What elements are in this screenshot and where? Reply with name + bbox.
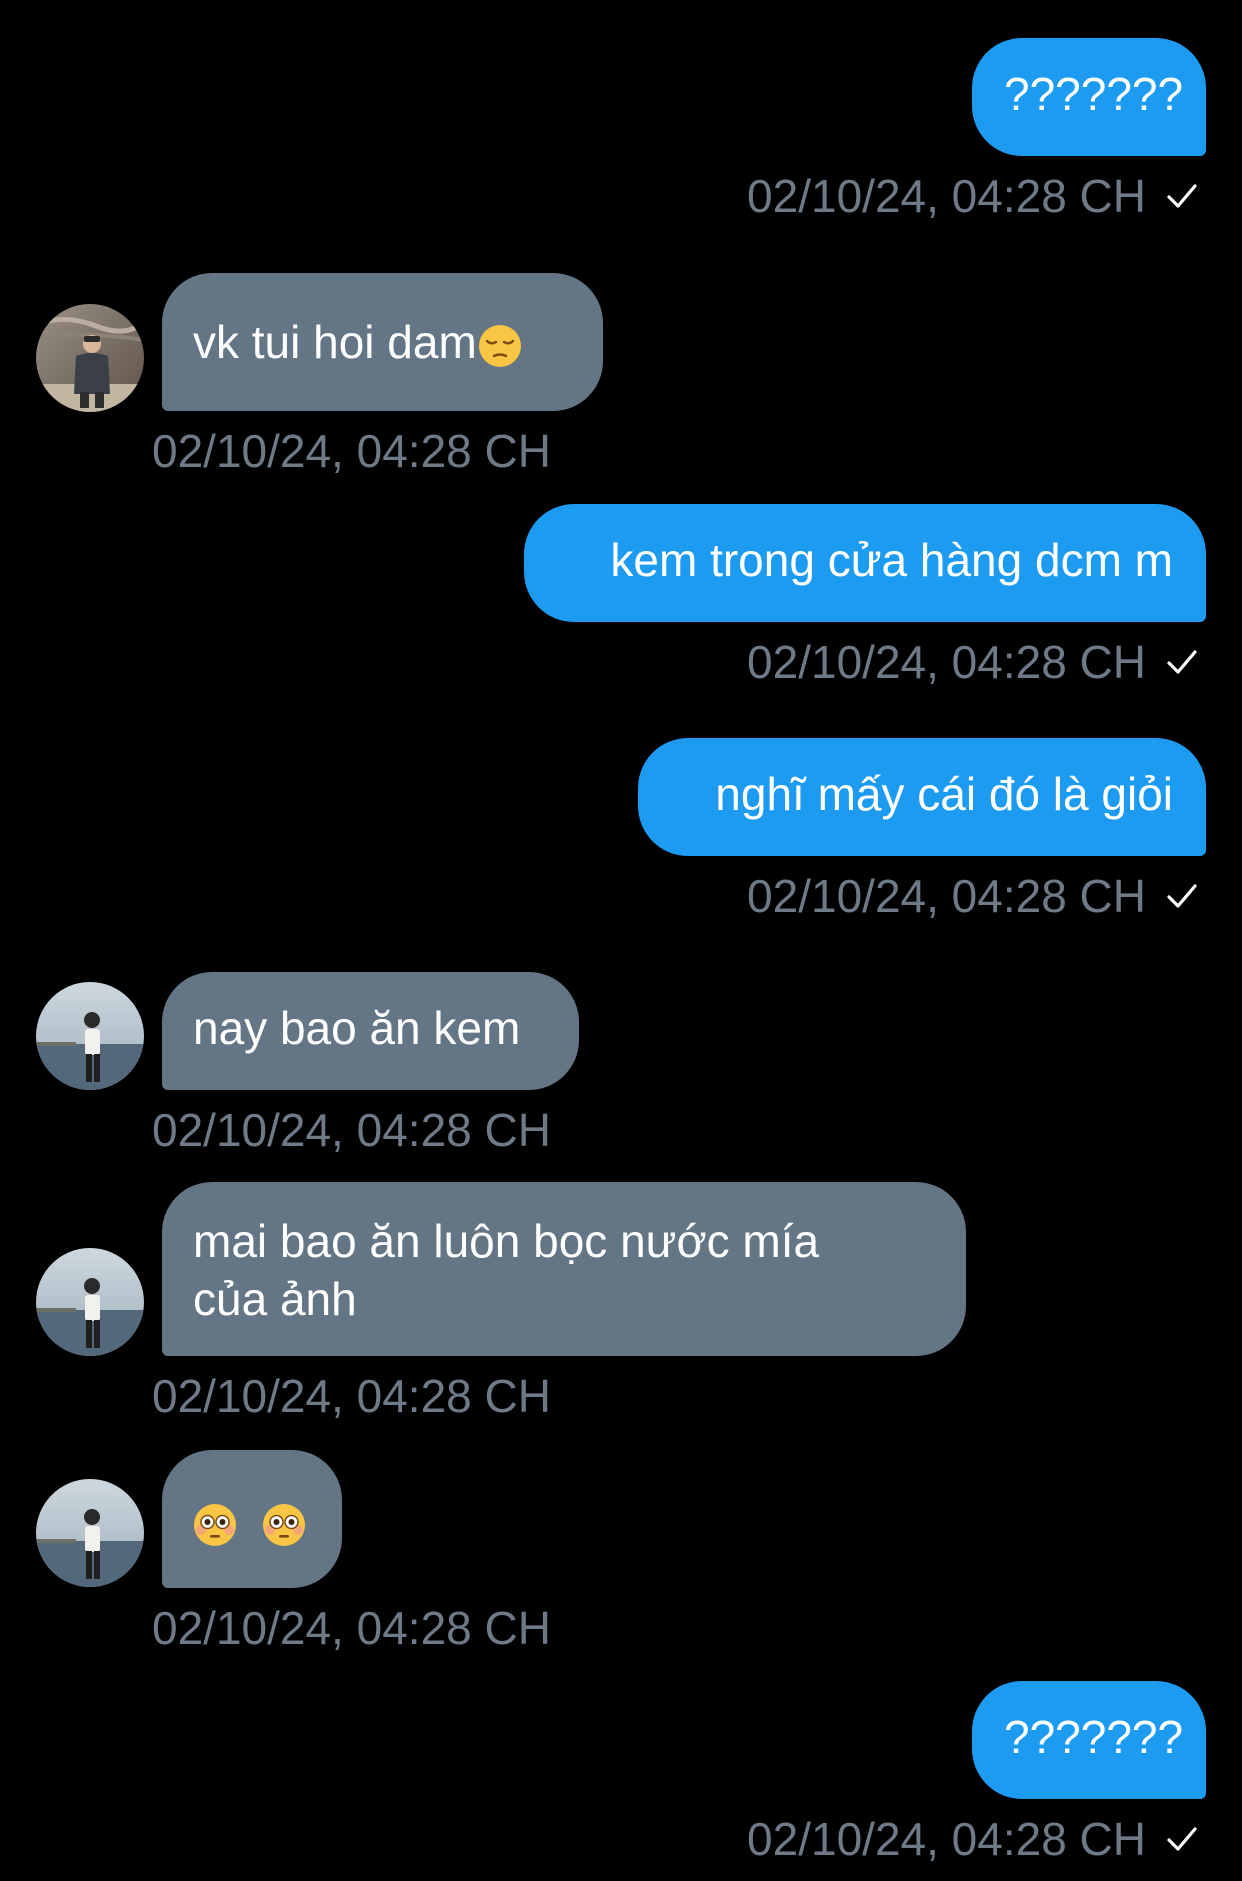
flushed-face-emoji [194, 1503, 236, 1546]
check-icon [1167, 650, 1197, 674]
message-timestamp: 02/10/24, 04:28 CH [152, 1602, 551, 1654]
message-text: vk tui hoi dam [193, 316, 477, 368]
message-timestamp: 02/10/24, 04:28 CH [747, 636, 1146, 688]
message-bubble-received[interactable]: mai bao ăn luôn bọc nước mía của ảnh [162, 1182, 966, 1356]
avatar-user-2-image [36, 1248, 144, 1356]
message-text: mai bao ăn luôn bọc nước mía của ảnh [193, 1215, 820, 1325]
message-bubble-sent[interactable]: ??????? [972, 38, 1206, 156]
message-text: kem trong cửa hàng dcm m [610, 534, 1173, 586]
message-timestamp: 02/10/24, 04:28 CH [747, 870, 1146, 922]
message-bubble-sent[interactable]: nghĩ mấy cái đó là giỏi [638, 738, 1206, 856]
message-bubble-sent[interactable]: kem trong cửa hàng dcm m [524, 504, 1206, 622]
message-bubble-sent[interactable]: ??????? [972, 1681, 1206, 1799]
avatar[interactable] [36, 982, 144, 1090]
message-text: ??????? [1004, 68, 1184, 120]
pensive-face-emoji [478, 324, 521, 367]
message-timestamp: 02/10/24, 04:28 CH [152, 1104, 551, 1156]
message-text: nay bao ăn kem [193, 1002, 521, 1054]
avatar-user-1-image [36, 304, 144, 412]
message-timestamp: 02/10/24, 04:28 CH [747, 170, 1146, 222]
message-timestamp: 02/10/24, 04:28 CH [747, 1813, 1146, 1865]
check-icon [1167, 884, 1197, 908]
message-text: ??????? [1004, 1711, 1184, 1763]
check-icon [1167, 1827, 1197, 1851]
check-icon [1167, 184, 1197, 208]
avatar[interactable] [36, 304, 144, 412]
message-text: nghĩ mấy cái đó là giỏi [715, 768, 1173, 820]
avatar[interactable] [36, 1248, 144, 1356]
message-bubble-received[interactable] [162, 1450, 342, 1588]
message-bubble-received[interactable]: nay bao ăn kem [162, 972, 579, 1090]
message-timestamp: 02/10/24, 04:28 CH [152, 1370, 551, 1422]
avatar-user-2-image [36, 982, 144, 1090]
flushed-face-emoji [262, 1503, 305, 1546]
avatar-user-2-image [36, 1479, 144, 1587]
avatar[interactable] [36, 1479, 144, 1587]
message-timestamp: 02/10/24, 04:28 CH [152, 425, 551, 477]
message-bubble-received[interactable]: vk tui hoi dam [162, 273, 603, 411]
